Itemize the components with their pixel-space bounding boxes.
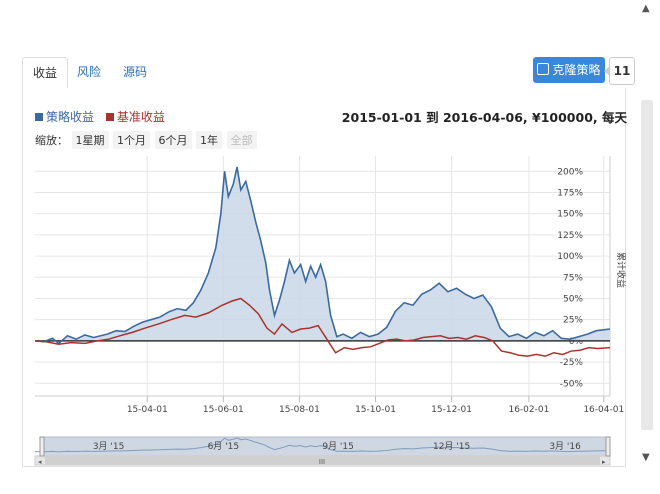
x-tick-label: 15-10-01 bbox=[355, 405, 396, 415]
navigator-right-arrow-icon[interactable]: ▸ bbox=[602, 458, 606, 466]
navigator-grip-icon[interactable]: III bbox=[319, 458, 325, 466]
strategy-area bbox=[35, 167, 610, 344]
navigator-label: 9月 '15 bbox=[322, 441, 354, 452]
y-tick-label: 150% bbox=[557, 210, 583, 220]
x-tick-label: 15-08-01 bbox=[279, 405, 320, 415]
y-tick-label: 50% bbox=[563, 294, 583, 304]
x-tick-label: 16-02-01 bbox=[508, 405, 549, 415]
navigator-left-arrow-icon[interactable]: ◂ bbox=[38, 458, 42, 466]
returns-chart: 200%175%150%125%100%75%50%25%0%-25%-50%1… bbox=[34, 156, 627, 466]
y-tick-label: 125% bbox=[557, 231, 583, 241]
y-tick-label: 75% bbox=[563, 273, 583, 283]
x-tick-label: 16-04-01 bbox=[583, 405, 624, 415]
y-tick-label: 100% bbox=[557, 252, 583, 262]
navigator-right-handle[interactable] bbox=[605, 436, 611, 457]
navigator-label: 12月 '15 bbox=[433, 441, 470, 452]
y-tick-label: -25% bbox=[560, 358, 584, 368]
y-tick-label: 25% bbox=[563, 316, 583, 326]
y-tick-label: 200% bbox=[557, 167, 583, 177]
x-tick-label: 15-04-01 bbox=[127, 405, 168, 415]
y-tick-label: 175% bbox=[557, 188, 583, 198]
navigator-label: 3月 '16 bbox=[549, 441, 581, 452]
x-tick-label: 15-12-01 bbox=[431, 405, 472, 415]
y-tick-label: -50% bbox=[560, 379, 584, 389]
x-tick-label: 15-06-01 bbox=[203, 405, 244, 415]
y-axis-title: 累计收益 bbox=[615, 252, 627, 288]
navigator-left-handle[interactable] bbox=[39, 436, 45, 457]
navigator-label: 6月 '15 bbox=[208, 441, 240, 452]
navigator-label: 3月 '15 bbox=[93, 441, 125, 452]
